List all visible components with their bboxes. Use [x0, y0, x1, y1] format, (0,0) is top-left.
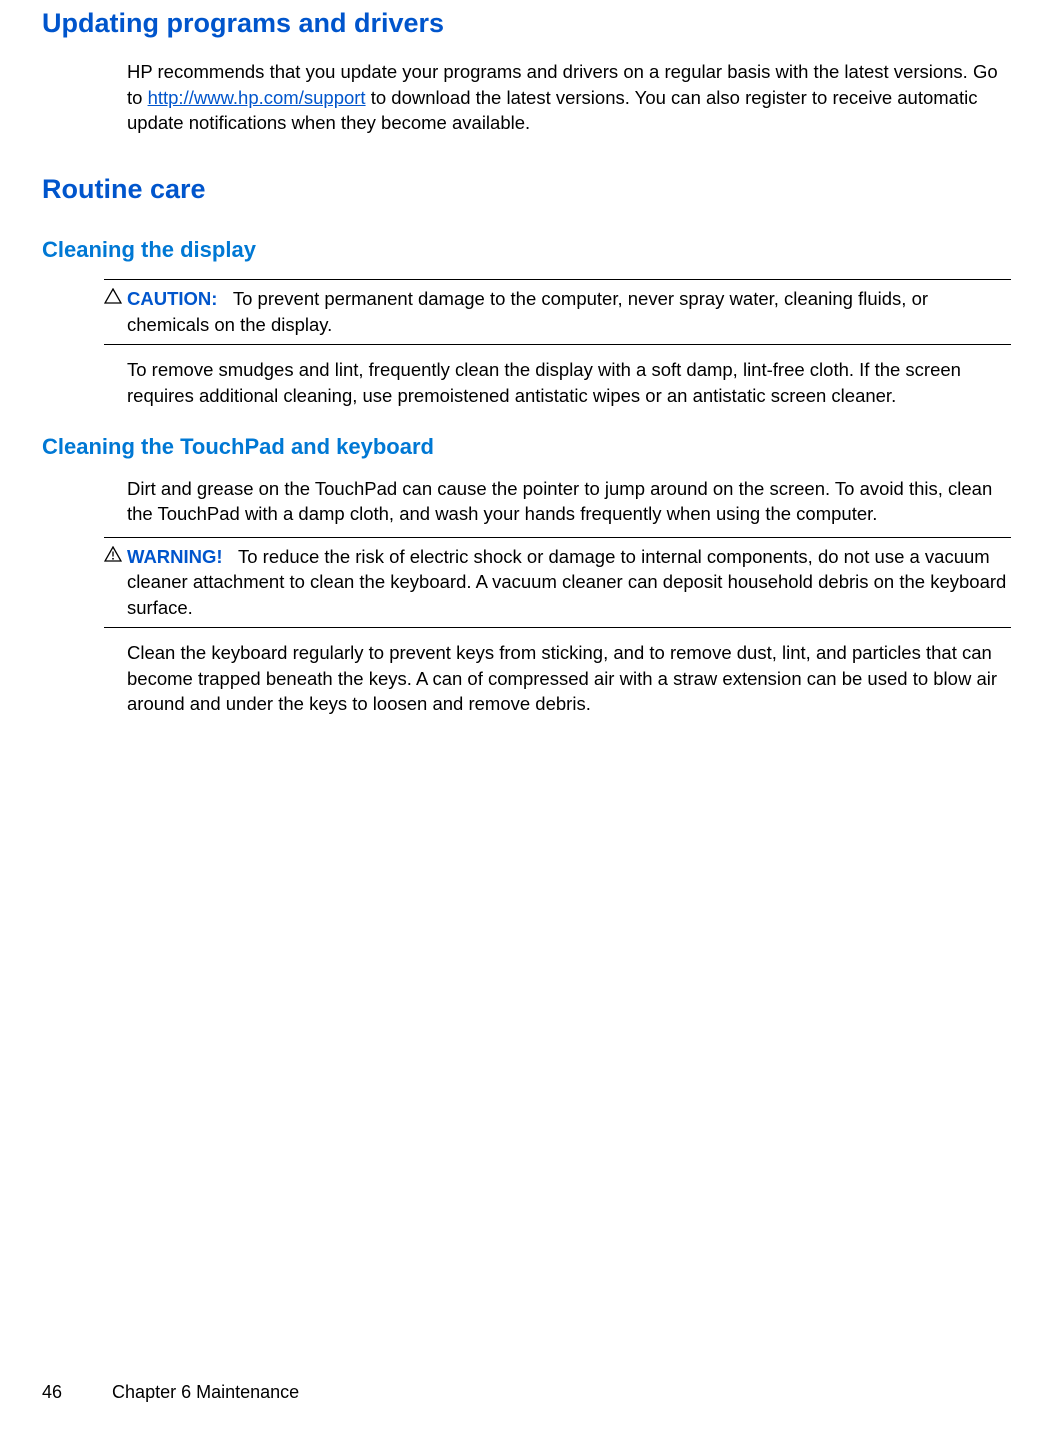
warning-block: WARNING! To reduce the risk of electric … — [104, 537, 1011, 629]
subheading-cleaning-display: Cleaning the display — [42, 235, 1011, 265]
heading-routine-care: Routine care — [42, 171, 1011, 207]
warning-triangle-icon — [104, 546, 122, 562]
subheading-cleaning-touchpad: Cleaning the TouchPad and keyboard — [42, 432, 1011, 462]
heading-updating-programs: Updating programs and drivers — [42, 5, 1011, 41]
caution-label: CAUTION: — [127, 288, 217, 309]
paragraph-touchpad-cleaning: Dirt and grease on the TouchPad can caus… — [127, 476, 1011, 527]
chapter-label: Chapter 6 Maintenance — [112, 1380, 299, 1404]
page-number: 46 — [42, 1380, 62, 1404]
warning-label: WARNING! — [127, 546, 223, 567]
caution-block: CAUTION: To prevent permanent damage to … — [104, 279, 1011, 345]
paragraph-display-cleaning: To remove smudges and lint, frequently c… — [127, 357, 1011, 408]
caution-text: To prevent permanent damage to the compu… — [127, 288, 928, 335]
caution-triangle-icon — [104, 288, 122, 304]
page-footer: 46 Chapter 6 Maintenance — [42, 1380, 299, 1404]
paragraph-keyboard-cleaning: Clean the keyboard regularly to prevent … — [127, 640, 1011, 717]
warning-text: To reduce the risk of electric shock or … — [127, 546, 1006, 618]
support-link[interactable]: http://www.hp.com/support — [148, 87, 366, 108]
paragraph-update-recommendation: HP recommends that you update your progr… — [127, 59, 1011, 136]
